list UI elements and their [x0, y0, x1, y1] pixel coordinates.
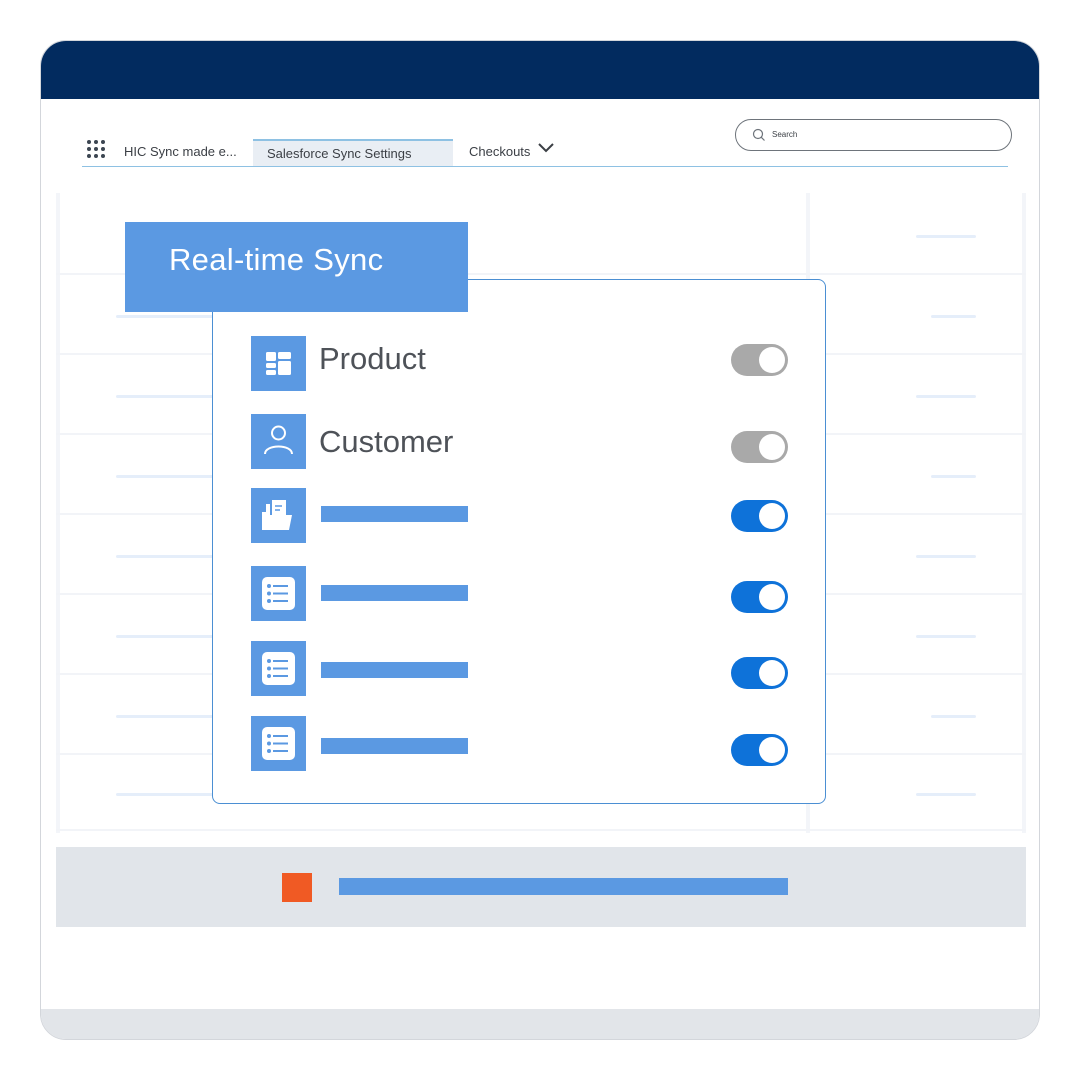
- sync-settings-panel: Product Customer: [212, 279, 826, 804]
- placeholder-bar: [931, 475, 976, 478]
- chevron-down-icon[interactable]: [538, 142, 554, 154]
- title-bar: [41, 41, 1039, 99]
- list-sync-toggle[interactable]: [731, 734, 788, 766]
- redacted-label-bar: [321, 585, 468, 601]
- placeholder-bar: [916, 235, 976, 238]
- row-label: Product: [319, 341, 426, 376]
- list-sync-toggle[interactable]: [731, 581, 788, 613]
- placeholder-bar: [116, 555, 216, 558]
- placeholder-bar: [116, 635, 216, 638]
- list-icon: [251, 566, 306, 621]
- placeholder-bar: [116, 793, 216, 796]
- app-launcher-icon[interactable]: [87, 140, 105, 158]
- redacted-label-bar: [321, 738, 468, 754]
- notification-strip: [56, 847, 1026, 927]
- redacted-label-bar: [321, 662, 468, 678]
- alert-indicator: [282, 873, 312, 902]
- folder-icon: [251, 488, 306, 543]
- product-icon: [251, 336, 306, 391]
- tab-checkouts[interactable]: Checkouts: [469, 144, 530, 159]
- app-name: HIC Sync made e...: [124, 144, 237, 159]
- search-input[interactable]: Search: [735, 119, 1012, 151]
- redacted-message-bar: [339, 878, 788, 895]
- tab-label: Salesforce Sync Settings: [267, 146, 412, 161]
- list-icon: [251, 641, 306, 696]
- bottom-bar: [41, 1009, 1039, 1039]
- placeholder-bar: [116, 315, 216, 318]
- customer-icon: [251, 414, 306, 469]
- panel-title-badge: Real-time Sync: [125, 222, 468, 312]
- product-sync-toggle[interactable]: [731, 344, 788, 376]
- table-divider: [56, 829, 1026, 831]
- placeholder-bar: [916, 555, 976, 558]
- app-window: HIC Sync made e... Salesforce Sync Setti…: [40, 40, 1040, 1040]
- placeholder-bar: [931, 715, 976, 718]
- search-icon: [752, 128, 765, 141]
- tab-salesforce-sync-settings[interactable]: Salesforce Sync Settings: [253, 139, 453, 166]
- nav-divider: [82, 166, 1008, 167]
- list-icon: [251, 716, 306, 771]
- list-sync-toggle[interactable]: [731, 657, 788, 689]
- placeholder-bar: [916, 635, 976, 638]
- redacted-label-bar: [321, 506, 468, 522]
- panel-title: Real-time Sync: [169, 242, 384, 277]
- placeholder-bar: [116, 475, 216, 478]
- placeholder-bar: [931, 315, 976, 318]
- placeholder-bar: [916, 395, 976, 398]
- placeholder-bar: [916, 793, 976, 796]
- placeholder-bar: [116, 395, 216, 398]
- search-placeholder: Search: [772, 130, 798, 139]
- folder-sync-toggle[interactable]: [731, 500, 788, 532]
- customer-sync-toggle[interactable]: [731, 431, 788, 463]
- placeholder-bar: [116, 715, 216, 718]
- row-label: Customer: [319, 424, 454, 459]
